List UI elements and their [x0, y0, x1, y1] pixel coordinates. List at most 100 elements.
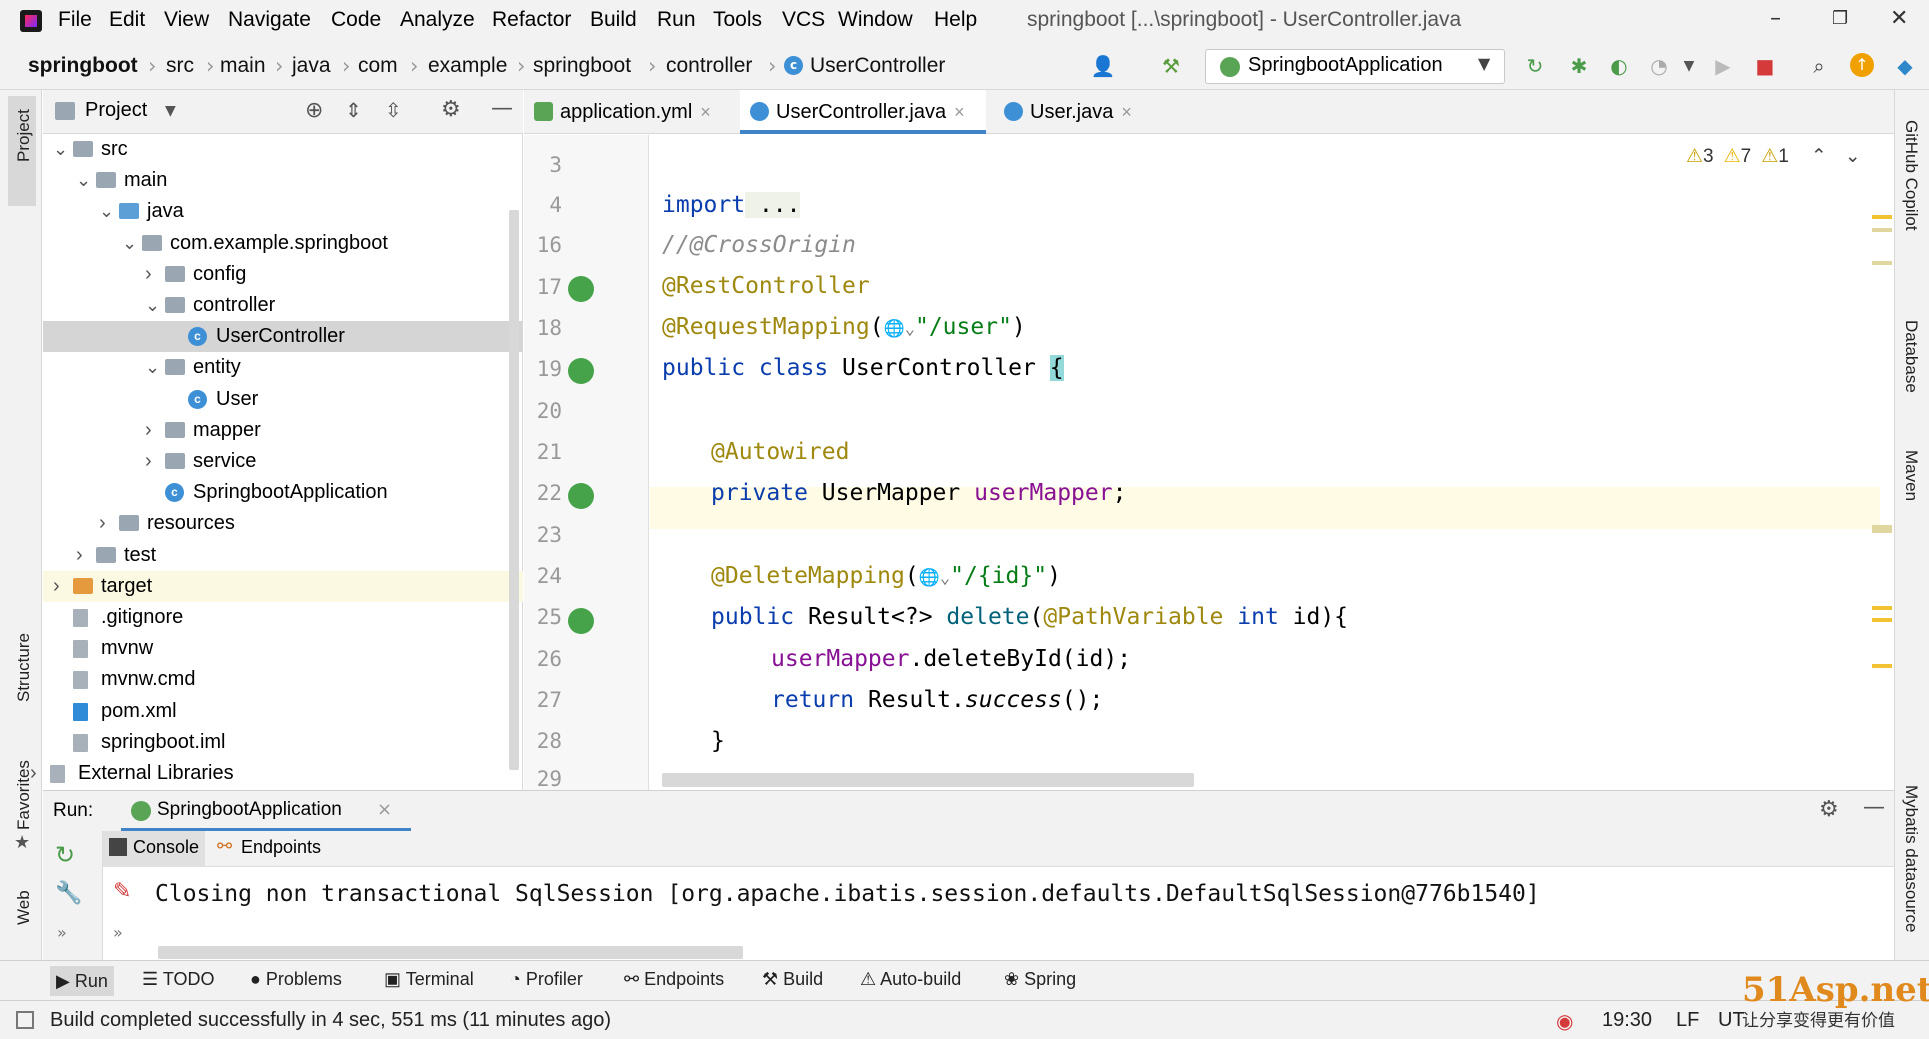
hide-panel-icon[interactable]: — [491, 96, 513, 121]
expand-all-icon[interactable]: ⇕ [345, 98, 362, 122]
build-tool-button[interactable]: ⚒ Build [762, 969, 823, 990]
user-icon[interactable]: 👤 [1090, 53, 1116, 79]
file-encoding[interactable]: UT [1718, 1009, 1745, 1032]
run-tool-button[interactable]: ▶ Run [50, 966, 114, 996]
database-tool-button[interactable]: Database [1901, 320, 1921, 393]
autowired-navigate-icon[interactable] [568, 483, 594, 509]
chevron-down-icon[interactable]: ⌄ [145, 352, 160, 383]
tree-item-usercontroller[interactable]: c UserController [43, 321, 523, 353]
menu-build[interactable]: Build [590, 8, 637, 32]
tree-item-user[interactable]: c User [43, 384, 523, 415]
chevron-down-icon[interactable]: ⌄ [99, 196, 114, 227]
mybatis-icon[interactable]: ◉ [1556, 1009, 1573, 1034]
github-copilot-tool-button[interactable]: GitHub Copilot [1901, 120, 1921, 231]
stop-icon[interactable]: ■ [1752, 53, 1778, 79]
console-tab[interactable]: Console [103, 831, 205, 867]
breadcrumb-project[interactable]: springboot [28, 54, 138, 78]
breadcrumb-java[interactable]: java [292, 54, 331, 78]
chevron-right-icon[interactable]: › [99, 508, 106, 539]
chevron-down-icon[interactable]: ⌄ [76, 165, 91, 196]
maven-tool-button[interactable]: Maven [1901, 450, 1921, 501]
update-icon[interactable]: ↑ [1850, 53, 1874, 77]
status-message[interactable]: Build completed successfully in 4 sec, 5… [50, 1009, 611, 1032]
profiler-tool-button[interactable]: ◔ Profiler [510, 969, 583, 990]
tree-item-external-libraries[interactable]: › External Libraries [30, 758, 523, 789]
build-hammer-icon[interactable]: ⚒ [1158, 53, 1184, 79]
caret-position[interactable]: 19:30 [1602, 1009, 1652, 1032]
chevron-down-icon[interactable]: ⌄ [53, 134, 68, 165]
chevron-right-icon[interactable]: › [145, 446, 152, 477]
tree-item-springboot-iml[interactable]: springboot.iml [43, 727, 523, 758]
project-view-title[interactable]: Project [85, 99, 147, 122]
clear-console-icon[interactable]: ✎ [113, 879, 131, 904]
menu-help[interactable]: Help [934, 8, 977, 32]
endpoints-tab[interactable]: ⚯ Endpoints [211, 831, 341, 867]
tree-item-src[interactable]: ⌄ src [43, 134, 523, 165]
close-tab-icon[interactable]: × [700, 102, 711, 122]
error-stripe-marker[interactable] [1872, 606, 1892, 610]
tree-item-mapper[interactable]: › mapper [43, 415, 523, 446]
auto-build-tool-button[interactable]: ⚠ Auto-build [860, 969, 961, 990]
error-stripe-marker[interactable] [1872, 525, 1892, 533]
close-window-button[interactable]: ✕ [1890, 6, 1908, 31]
menu-run[interactable]: Run [657, 8, 696, 32]
chevron-right-icon[interactable]: › [145, 259, 152, 290]
menu-edit[interactable]: Edit [109, 8, 145, 32]
spring-tool-button[interactable]: ❀ Spring [1004, 969, 1076, 990]
tree-item-config[interactable]: › config [43, 259, 523, 290]
error-stripe-marker[interactable] [1872, 664, 1892, 668]
tree-item-test[interactable]: › test [43, 540, 523, 571]
layout-toggle-icon[interactable] [16, 1011, 34, 1029]
breadcrumb-example[interactable]: example [428, 54, 507, 78]
menu-refactor[interactable]: Refactor [492, 8, 571, 32]
chevron-right-icon[interactable]: › [76, 540, 83, 571]
chevron-down-icon[interactable]: ⌄ [122, 228, 137, 259]
chevron-up-icon[interactable]: ⌃ [1811, 145, 1827, 168]
tree-item-mvnw[interactable]: mvnw [43, 633, 523, 664]
close-tab-icon[interactable]: × [377, 799, 392, 820]
terminal-tool-button[interactable]: ▣ Terminal [384, 969, 474, 990]
endpoint-icon[interactable] [568, 608, 594, 634]
mybatis-tool-button[interactable]: Mybatis datasource [1901, 785, 1921, 932]
breadcrumb-springboot[interactable]: springboot [533, 54, 631, 78]
project-tool-button[interactable]: Project [14, 109, 34, 162]
chevron-down-icon[interactable]: ▼ [165, 103, 176, 119]
error-stripe-marker[interactable] [1872, 228, 1892, 232]
inspection-widget[interactable]: ⚠ 3 ⚠ 7 ⚠ 1 ⌃ ⌄ [1686, 145, 1861, 168]
minimize-button[interactable]: – [1770, 6, 1781, 31]
menu-analyze[interactable]: Analyze [400, 8, 475, 32]
rerun-icon[interactable]: ↻ [55, 841, 75, 869]
chevron-right-icon[interactable]: › [145, 415, 152, 446]
breadcrumb-controller[interactable]: controller [666, 54, 752, 78]
tab-usercontroller-java[interactable]: UserController.java × [740, 90, 986, 134]
tree-item-com-example-springboot[interactable]: ⌄ com.example.springboot [43, 228, 523, 259]
console-scrollbar[interactable] [158, 946, 743, 959]
run-icon[interactable]: ▶ [1710, 53, 1736, 79]
code-editor[interactable]: import ... //@CrossOrigin @RestControlle… [650, 135, 1880, 790]
breadcrumb-src[interactable]: src [166, 54, 194, 78]
breadcrumb-usercontroller[interactable]: UserController [810, 54, 945, 78]
horizontal-scrollbar[interactable] [662, 773, 1194, 787]
tab-user-java[interactable]: User.java × [994, 90, 1174, 134]
console-output[interactable]: Closing non transactional SqlSession [or… [155, 881, 1540, 907]
more-icon[interactable]: » [113, 923, 123, 942]
menu-tools[interactable]: Tools [713, 8, 762, 32]
chevron-down-icon[interactable]: ▼ [1676, 53, 1702, 79]
problems-tool-button[interactable]: ● Problems [250, 969, 342, 990]
menu-code[interactable]: Code [331, 8, 381, 32]
tree-item-service[interactable]: › service [43, 446, 523, 477]
structure-tool-button[interactable]: Structure [14, 633, 34, 702]
tree-item-pom-xml[interactable]: pom.xml [43, 696, 523, 727]
error-stripe-marker[interactable] [1872, 261, 1892, 265]
tree-item-target[interactable]: › target [43, 570, 523, 602]
tree-scrollbar[interactable] [509, 210, 519, 770]
debug-bug-icon[interactable]: ✱ [1566, 53, 1592, 79]
wrench-icon[interactable]: 🔧 [55, 881, 82, 906]
search-icon[interactable]: ⌕ [1806, 53, 1832, 79]
web-tool-button[interactable]: Web [14, 890, 34, 925]
menu-navigate[interactable]: Navigate [228, 8, 311, 32]
chevron-right-icon[interactable]: › [53, 571, 60, 602]
tree-item--gitignore[interactable]: .gitignore [43, 602, 523, 633]
coverage-icon[interactable]: ◐ [1606, 53, 1632, 79]
menu-file[interactable]: File [58, 8, 92, 32]
